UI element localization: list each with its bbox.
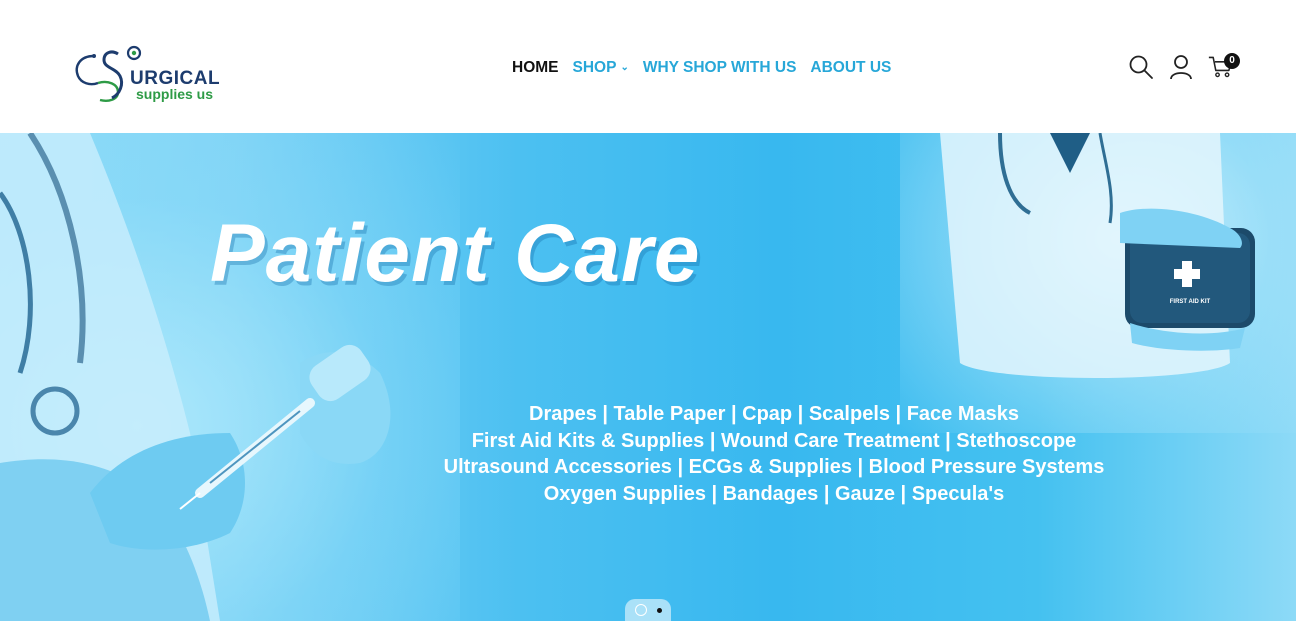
cart-button[interactable]: 0: [1208, 52, 1240, 82]
search-icon[interactable]: [1128, 52, 1154, 82]
header-icons: 0: [1128, 50, 1240, 84]
page: URGICAL supplies us HOME SHOP ⌄ WHY SHOP…: [0, 0, 1296, 621]
slide-dot-1[interactable]: [634, 604, 647, 616]
slider-pagination: [625, 599, 671, 621]
hero-banner[interactable]: FIRST AID KIT Patient Care Drapes | Tabl…: [0, 133, 1296, 621]
site-header: URGICAL supplies us HOME SHOP ⌄ WHY SHOP…: [0, 0, 1296, 133]
chevron-down-icon: ⌄: [620, 62, 629, 73]
nav-home[interactable]: HOME: [512, 59, 559, 77]
nav-why-shop[interactable]: WHY SHOP WITH US: [643, 59, 797, 77]
first-aid-kit-label: FIRST AID KIT: [1170, 299, 1211, 305]
hero-line: Drapes | Table Paper | Cpap | Scalpels |…: [529, 403, 1019, 425]
doctor-syringe-image: [0, 133, 391, 621]
nav-shop[interactable]: SHOP ⌄: [573, 59, 629, 77]
hero-line: Oxygen Supplies | Bandages | Gauze | Spe…: [543, 482, 1005, 505]
main-nav: HOME SHOP ⌄ WHY SHOP WITH US ABOUT US: [512, 57, 891, 79]
user-icon[interactable]: [1168, 52, 1194, 82]
hero-product-list: Drapes | Table Paper | Cpap | Scalpels |…: [424, 401, 1124, 507]
nav-shop-label: SHOP: [572, 59, 617, 76]
logo-tagline: supplies us: [136, 86, 214, 102]
slide-dot-2-active[interactable]: [656, 607, 662, 613]
hero-line: Ultrasound Accessories | ECGs & Supplies…: [443, 456, 1105, 478]
hero-title: Patient Care: [210, 208, 701, 299]
cart-count-badge: 0: [1224, 53, 1240, 69]
doctor-first-aid-kit-image: FIRST AID KIT: [940, 133, 1255, 378]
site-logo[interactable]: URGICAL supplies us: [72, 42, 242, 106]
hero-line: First Aid Kits & Supplies | Wound Care T…: [471, 429, 1077, 452]
nav-about[interactable]: ABOUT US: [810, 59, 891, 77]
